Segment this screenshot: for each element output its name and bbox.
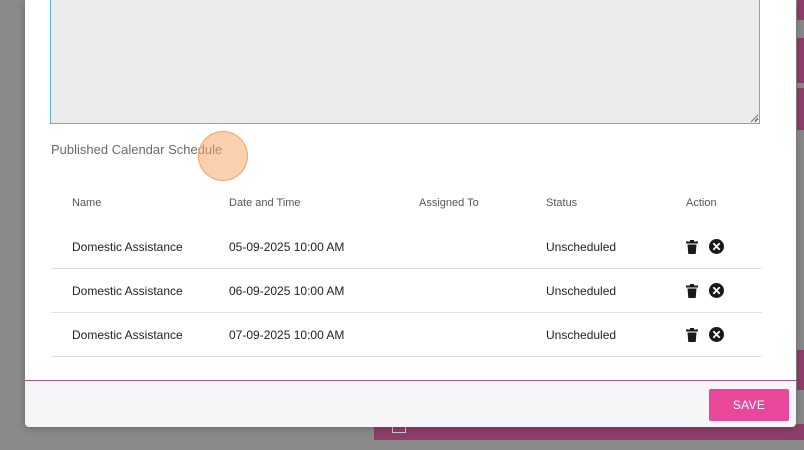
table-row: Domestic Assistance 06-09-2025 10:00 AM … [51, 268, 762, 313]
trash-icon[interactable] [686, 327, 698, 342]
schedule-table: Name Date and Time Assigned To Status Ac… [51, 180, 762, 357]
notes-textarea[interactable] [50, 0, 760, 124]
column-header-status: Status [546, 196, 578, 209]
close-circle-icon[interactable] [709, 283, 725, 299]
row-assigned [398, 268, 525, 313]
row-actions [665, 312, 762, 357]
row-name-link[interactable]: Domestic Assistance [51, 225, 208, 269]
background-panel-edge [797, 0, 804, 20]
table-row: Domestic Assistance 07-09-2025 10:00 AM … [51, 312, 762, 357]
column-header-date: Date and Time [229, 196, 301, 209]
close-circle-icon[interactable] [709, 239, 725, 255]
table-row: Domestic Assistance 05-09-2025 10:00 AM … [51, 225, 762, 269]
row-date: 07-09-2025 10:00 AM [208, 312, 398, 357]
close-circle-icon[interactable] [709, 327, 725, 343]
page-backdrop [0, 0, 25, 450]
column-header-assigned: Assigned To [419, 196, 479, 209]
row-status: Unscheduled [525, 312, 665, 357]
modal-footer: SAVE [25, 380, 796, 427]
background-panel-edge [797, 38, 804, 83]
background-panel-edge [797, 88, 804, 130]
table-header-row: Name Date and Time Assigned To Status Ac… [51, 180, 762, 225]
schedule-modal: Published Calendar Schedule Name Date an… [25, 0, 796, 427]
column-header-name: Name [72, 196, 102, 209]
save-button[interactable]: SAVE [709, 389, 789, 421]
trash-icon[interactable] [686, 283, 698, 298]
row-name-link[interactable]: Domestic Assistance [51, 268, 208, 313]
click-indicator [198, 131, 248, 181]
row-actions [665, 225, 762, 269]
row-date: 06-09-2025 10:00 AM [208, 268, 398, 313]
column-header-action: Action [686, 196, 717, 209]
row-assigned [398, 312, 525, 357]
background-panel-edge [797, 350, 804, 390]
trash-icon[interactable] [686, 239, 698, 254]
section-title: Published Calendar Schedule [51, 142, 223, 157]
row-date: 05-09-2025 10:00 AM [208, 225, 398, 269]
row-status: Unscheduled [525, 225, 665, 269]
row-assigned [398, 225, 525, 269]
row-status: Unscheduled [525, 268, 665, 313]
row-name-link[interactable]: Domestic Assistance [51, 312, 208, 357]
row-actions [665, 268, 762, 313]
resize-grip-icon[interactable] [751, 114, 759, 122]
